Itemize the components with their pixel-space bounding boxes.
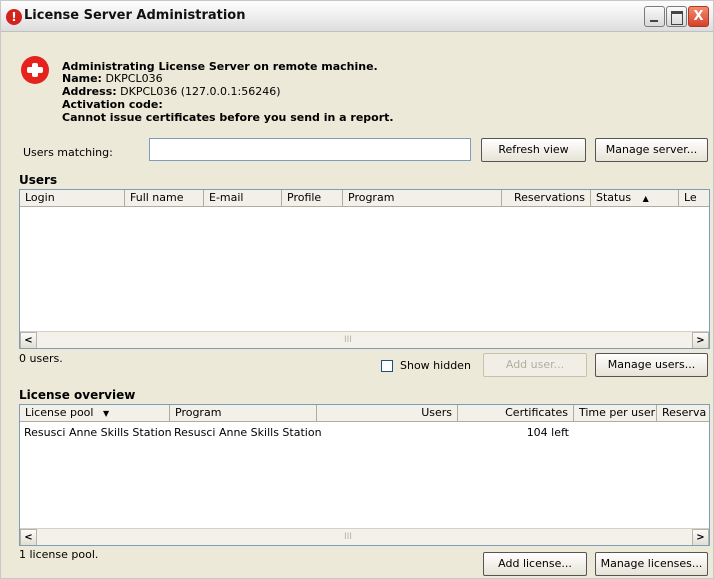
column-reservations[interactable]: Reserva: [657, 405, 709, 422]
column-reservations[interactable]: Reservations: [502, 190, 591, 207]
users-matching-input[interactable]: [149, 138, 471, 161]
column-last[interactable]: Le: [679, 190, 709, 207]
info-address: Address: DKPCL036 (127.0.0.1:56246): [62, 85, 281, 98]
license-list-header: License pool ▼ Program Users Certificate…: [20, 405, 709, 422]
column-program[interactable]: Program: [170, 405, 317, 422]
column-email[interactable]: E-mail: [204, 190, 282, 207]
license-pool-cell[interactable]: Resusci Anne Skills Station: [24, 426, 172, 439]
users-list-header: Login Full name E-mail Profile Program R…: [20, 190, 709, 207]
license-horizontal-scrollbar[interactable]: < III >: [20, 528, 709, 545]
close-button[interactable]: X: [688, 6, 709, 27]
address-value: DKPCL036 (127.0.0.1:56246): [120, 85, 281, 98]
column-status-label: Status: [596, 191, 632, 204]
manage-licenses-button[interactable]: Manage licenses...: [595, 552, 708, 576]
scroll-thumb-grip[interactable]: III: [344, 335, 352, 345]
scroll-left-icon[interactable]: <: [20, 332, 37, 348]
users-horizontal-scrollbar[interactable]: < III >: [20, 331, 709, 348]
column-certificates[interactable]: Certificates: [458, 405, 574, 422]
name-label: Name:: [62, 72, 102, 85]
window-title: License Server Administration: [24, 8, 246, 23]
server-info-panel: Administrating License Server on remote …: [16, 47, 711, 129]
title-bar[interactable]: ! License Server Administration X: [1, 1, 713, 32]
license-program-cell[interactable]: Resusci Anne Skills Station: [174, 426, 322, 439]
column-license-pool-label: License pool: [25, 406, 94, 419]
refresh-view-button[interactable]: Refresh view: [481, 138, 586, 162]
report-warning: Cannot issue certificates before you sen…: [62, 111, 394, 124]
alert-icon: !: [6, 9, 22, 25]
disconnected-plug-icon: [21, 56, 49, 84]
minimize-button[interactable]: [644, 6, 665, 27]
column-time-per-user[interactable]: Time per user: [574, 405, 657, 422]
license-list[interactable]: License pool ▼ Program Users Certificate…: [19, 404, 710, 546]
users-section-title: Users: [19, 173, 58, 187]
column-profile[interactable]: Profile: [282, 190, 343, 207]
column-full-name[interactable]: Full name: [125, 190, 204, 207]
sort-ascending-icon: ▲: [642, 194, 649, 203]
users-list[interactable]: Login Full name E-mail Profile Program R…: [19, 189, 710, 349]
manage-users-button[interactable]: Manage users...: [595, 353, 708, 377]
sort-descending-icon: ▼: [102, 409, 110, 418]
add-user-button[interactable]: Add user...: [483, 353, 587, 377]
column-status[interactable]: Status ▲: [591, 190, 679, 207]
license-certificates-cell[interactable]: 104 left: [458, 426, 569, 439]
license-pool-count: 1 license pool.: [19, 548, 99, 561]
scroll-left-icon[interactable]: <: [20, 529, 37, 545]
address-label: Address:: [62, 85, 117, 98]
column-users[interactable]: Users: [317, 405, 458, 422]
manage-server-button[interactable]: Manage server...: [595, 138, 708, 162]
name-value: DKPCL036: [105, 72, 163, 85]
scroll-right-icon[interactable]: >: [692, 529, 709, 545]
users-count: 0 users.: [19, 352, 63, 365]
column-program[interactable]: Program: [343, 190, 502, 207]
show-hidden-checkbox[interactable]: [381, 360, 393, 372]
users-matching-label: Users matching:: [23, 146, 113, 159]
license-overview-title: License overview: [19, 388, 136, 402]
close-icon: X: [693, 9, 704, 24]
column-login[interactable]: Login: [20, 190, 125, 207]
maximize-button[interactable]: [666, 6, 687, 27]
license-server-window: ! License Server Administration X Admini…: [0, 0, 714, 579]
activation-code-label: Activation code:: [62, 98, 163, 111]
scroll-right-icon[interactable]: >: [692, 332, 709, 348]
column-license-pool[interactable]: License pool ▼: [20, 405, 170, 422]
add-license-button[interactable]: Add license...: [483, 552, 587, 576]
show-hidden-label[interactable]: Show hidden: [400, 359, 471, 372]
scroll-thumb-grip[interactable]: III: [344, 532, 352, 542]
info-name: Name: DKPCL036: [62, 72, 163, 85]
